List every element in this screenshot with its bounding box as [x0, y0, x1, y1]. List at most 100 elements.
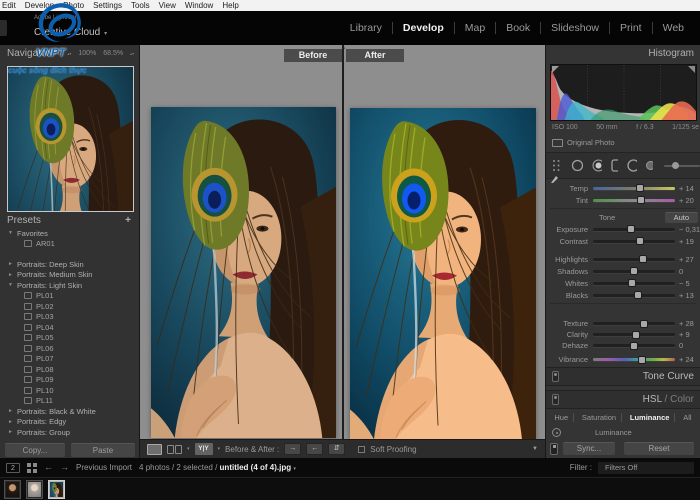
menu-item[interactable]: Tools	[131, 1, 150, 10]
swap-before-after-button[interactable]: ⇵	[328, 443, 346, 455]
hsl-tab[interactable]: All	[674, 413, 695, 422]
menu-item[interactable]: Photo	[63, 1, 84, 10]
before-photo[interactable]	[151, 107, 336, 438]
reference-view-icon[interactable]	[167, 444, 182, 454]
slider-value[interactable]: − 5	[677, 279, 700, 288]
slider-value[interactable]: + 13	[677, 291, 700, 300]
tone-curve-section[interactable]: Tone Curve	[546, 367, 700, 386]
slider-track[interactable]	[593, 291, 675, 299]
preset-row[interactable]: PL11	[0, 396, 139, 407]
slider-track[interactable]	[593, 255, 675, 263]
disclosure-arrow-icon[interactable]: ►	[8, 261, 17, 267]
add-preset-button[interactable]: +	[125, 215, 139, 226]
slider-value[interactable]: + 27	[677, 255, 700, 264]
slider-track[interactable]	[593, 355, 675, 364]
slider-value[interactable]: + 19	[677, 237, 700, 246]
preset-row[interactable]: ▼ Portraits: Light Skin	[0, 280, 139, 291]
menu-item[interactable]: Window	[185, 1, 213, 10]
disclosure-arrow-icon[interactable]: ►	[8, 419, 17, 425]
preset-row[interactable]: PL08	[0, 364, 139, 375]
histogram-title[interactable]: Histogram	[546, 45, 700, 62]
disclosure-arrow-icon[interactable]: ►	[8, 272, 17, 278]
second-monitor-button[interactable]: 2	[6, 462, 20, 473]
slider-track[interactable]	[593, 319, 675, 328]
zoom-100-button[interactable]: 100%	[78, 50, 96, 57]
filmstrip-thumb-3-selected[interactable]	[48, 480, 65, 499]
navigator-preview[interactable]	[7, 66, 134, 212]
module-tab[interactable]: Map	[453, 22, 495, 34]
preset-row[interactable]: PL04	[0, 322, 139, 333]
menu-item[interactable]: View	[159, 1, 176, 10]
slider-value[interactable]: + 24	[677, 355, 700, 364]
disclosure-arrow-icon[interactable]: ►	[8, 408, 17, 414]
slider-knob[interactable]	[672, 161, 680, 169]
zoom-spinner-icon[interactable]: ▴▾	[130, 52, 134, 56]
slider-track[interactable]	[593, 341, 675, 350]
slider-value[interactable]: + 28	[677, 319, 700, 328]
slider-value[interactable]: − 0,31	[677, 225, 700, 234]
zoom-spinner-icon[interactable]: ▴▾	[67, 52, 71, 56]
zoom-ratio-button[interactable]: 68.5%	[103, 50, 123, 57]
preset-row[interactable]: PL07	[0, 354, 139, 365]
preset-row[interactable]: PL03	[0, 312, 139, 323]
preset-row[interactable]: PL05	[0, 333, 139, 344]
filmstrip-thumb-2[interactable]	[26, 480, 43, 499]
app-identity[interactable]: Adobe Lightroom Creative Cloud ▾	[34, 15, 107, 39]
disclosure-arrow-icon[interactable]: ►	[8, 429, 17, 435]
slider-knob[interactable]	[630, 341, 638, 350]
panel-toggle-icon[interactable]	[552, 394, 559, 405]
autosync-toggle-icon[interactable]	[550, 442, 558, 455]
slider-knob[interactable]	[635, 237, 644, 245]
grid-dots-icon[interactable]	[552, 159, 563, 172]
slider-knob[interactable]	[635, 184, 644, 192]
slider-knob[interactable]	[638, 355, 647, 364]
slider-track[interactable]	[593, 237, 675, 245]
menu-item[interactable]: Develop	[25, 1, 54, 10]
slider-knob[interactable]	[630, 267, 638, 275]
menu-item[interactable]: Edit	[2, 1, 16, 10]
slider-track[interactable]	[593, 330, 675, 339]
slider-knob[interactable]	[639, 255, 648, 263]
copy-after-to-before-button[interactable]: ←	[306, 443, 324, 455]
module-tab[interactable]: Library	[340, 22, 392, 34]
slider-value[interactable]: + 14	[677, 184, 700, 193]
preset-row[interactable]: PL09	[0, 375, 139, 386]
targeted-adjustment-icon[interactable]	[552, 428, 561, 437]
disclosure-arrow-icon[interactable]: ▼	[8, 230, 17, 236]
preset-row[interactable]: AR01	[0, 239, 139, 250]
module-tab[interactable]: Book	[495, 22, 540, 34]
slider-track[interactable]	[593, 196, 675, 204]
chevron-down-icon[interactable]: ▾	[218, 446, 221, 452]
module-tab[interactable]: Develop	[391, 22, 454, 34]
auto-button[interactable]: Auto	[664, 211, 698, 223]
preset-row[interactable]: PL10	[0, 385, 139, 396]
hsl-tab[interactable]: Hue	[550, 413, 572, 422]
slider-value[interactable]: 0	[677, 341, 700, 350]
menu-item[interactable]: Help	[222, 1, 238, 10]
slider-knob[interactable]	[628, 279, 637, 287]
masking-tool-icon[interactable]	[627, 159, 638, 172]
histogram[interactable]	[550, 64, 697, 121]
redeye-tool-icon[interactable]	[611, 159, 619, 172]
preset-row[interactable]: ► Portraits: Black & White	[0, 406, 139, 417]
preset-row[interactable]: ► Portraits: Group	[0, 427, 139, 438]
preset-row[interactable]: ► Portraits: Medium Skin	[0, 270, 139, 281]
preset-row[interactable]: PL02	[0, 301, 139, 312]
back-arrow-icon[interactable]: ←	[44, 463, 53, 472]
forward-arrow-icon[interactable]: →	[60, 463, 69, 472]
crop-tool-icon[interactable]	[571, 159, 583, 172]
copy-button[interactable]: Copy...	[5, 443, 65, 457]
slider-value[interactable]: 0	[677, 267, 700, 276]
hsl-tab[interactable]: Saturation	[572, 413, 620, 422]
module-tab[interactable]: Web	[651, 22, 694, 34]
slider-knob[interactable]	[632, 330, 641, 339]
slider-knob[interactable]	[634, 291, 643, 299]
slider-knob[interactable]	[639, 319, 648, 328]
slider-track[interactable]	[593, 267, 675, 275]
soft-proofing-checkbox[interactable]	[358, 445, 366, 453]
slider-knob[interactable]	[637, 196, 646, 204]
module-tab[interactable]: Print	[609, 22, 652, 34]
shadow-clipping-icon[interactable]	[552, 66, 559, 73]
module-tab[interactable]: Slideshow	[540, 22, 609, 34]
hsl-color-section[interactable]: HSL / Color	[546, 390, 700, 409]
